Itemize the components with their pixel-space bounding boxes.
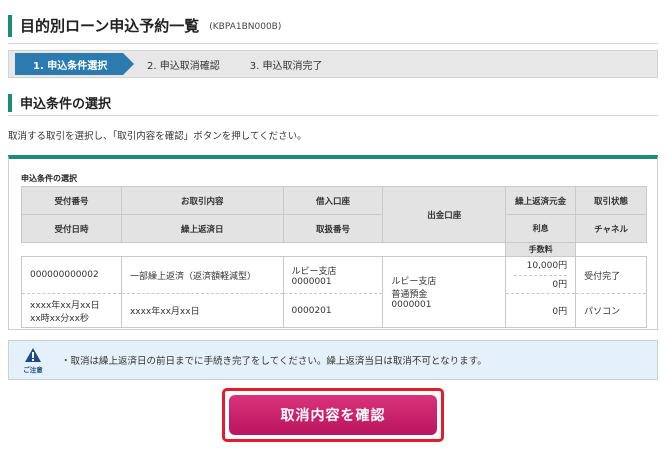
notice-text: ・取消は繰上返済日の前日までに手続き完了をしてください。繰上返済当日は取消不可と… [61, 356, 487, 367]
condition-panel: 申込条件の選択 受付番号 お取引内容 借入口座 出金口座 繰上返済元金 取引状態… [8, 155, 658, 330]
table-row: xxxx年xx月xx日 xx時xx分xx秒 xxxx年xx月xx日 000020… [21, 293, 647, 328]
borrow-number: 0000001 [291, 276, 332, 287]
confirm-cancellation-button[interactable]: 取消内容を確認 [229, 395, 437, 435]
header-accent-bar [8, 14, 12, 37]
condition-table: 受付番号 お取引内容 借入口座 出金口座 繰上返済元金 取引状態 受付日時 繰上… [21, 186, 647, 328]
withdraw-branch: ルビー支店 [391, 277, 437, 287]
header-fee: 手数料 [505, 242, 577, 257]
notice-badge: ご注意 [15, 342, 51, 378]
header-deal-content: お取引内容 [120, 186, 284, 215]
confirm-button-highlight: 取消内容を確認 [222, 388, 444, 442]
reception-time: xx時xx分xx秒 [30, 313, 89, 324]
header-repay-principal: 繰上返済元金 [505, 186, 577, 215]
section-title: 申込条件の選択 [20, 97, 112, 112]
table-header-row-3: 手数料 [22, 242, 647, 257]
step-1-active: 1. 申込条件選択 [15, 53, 134, 75]
header-interest: 利息 [505, 214, 577, 243]
cell-status: 受付完了 [575, 256, 647, 294]
instruction-text: 取消する取引を選択し、「取引内容を確認」ボタンを押してください。 [8, 131, 307, 142]
cell-principal: 10,000円 0円 [505, 256, 577, 294]
cell-fee: 0円 [505, 293, 577, 328]
withdraw-number: 0000001 [391, 300, 432, 310]
screen-code: (KBPA1BN000B) [209, 22, 282, 32]
withdraw-type: 普通預金 [391, 290, 428, 300]
notice-label: ご注意 [23, 365, 43, 374]
cell-withdraw-account: ルビー支店 普通預金 0000001 [382, 256, 507, 328]
header-status: 取引状態 [575, 186, 647, 215]
progress-steps: 1. 申込条件選択 2. 申込取消確認 3. 申込取消完了 [8, 50, 658, 78]
header-reception-date: 受付日時 [21, 214, 122, 243]
header-borrow-account: 借入口座 [282, 186, 384, 215]
principal-value: 10,000円 [526, 261, 568, 271]
cell-handling-no: 0000201 [282, 293, 384, 328]
interest-value: 0円 [514, 275, 568, 293]
header-channel: チャネル [575, 214, 647, 243]
reception-date: xxxx年xx月xx日 [30, 300, 100, 311]
table-header-row-2: 受付日時 繰上返済日 取扱番号 利息 チャネル [21, 214, 647, 243]
header-withdraw-account: 出金口座 [382, 186, 507, 243]
notice-box: ご注意 ・取消は繰上返済日の前日までに手続き完了をしてください。繰上返済当日は取… [8, 340, 658, 380]
cell-deal-content: 一部繰上返済（返済額軽減型） [120, 256, 284, 294]
header-repay-date: 繰上返済日 [120, 214, 284, 243]
cell-reception-no: 000000000002 [21, 256, 122, 294]
borrow-branch: ルビー支店 [291, 266, 337, 277]
cell-borrow-account: ルビー支店 0000001 [282, 256, 384, 294]
cell-channel: パソコン [575, 293, 647, 328]
warning-icon [25, 347, 41, 362]
page-title: 目的別ローン申込予約一覧 [20, 17, 200, 35]
cell-reception-date: xxxx年xx月xx日 xx時xx分xx秒 [21, 293, 122, 328]
step-3: 3. 申込取消完了 [249, 60, 323, 72]
table-header-row-1: 受付番号 お取引内容 借入口座 出金口座 繰上返済元金 取引状態 [21, 186, 647, 243]
table-row: 000000000002 一部繰上返済（返済額軽減型） ルビー支店 000000… [21, 256, 647, 328]
header-handling-no: 取扱番号 [282, 214, 384, 243]
header-reception-no: 受付番号 [21, 186, 122, 215]
table-caption: 申込条件の選択 [21, 174, 77, 183]
page-header: 目的別ローン申込予約一覧 (KBPA1BN000B) [8, 8, 658, 44]
section-header: 申込条件の選択 [8, 90, 658, 116]
section-accent-bar [8, 93, 12, 112]
cell-repay-date: xxxx年xx月xx日 [120, 293, 284, 328]
step-2: 2. 申込取消確認 [147, 60, 220, 72]
